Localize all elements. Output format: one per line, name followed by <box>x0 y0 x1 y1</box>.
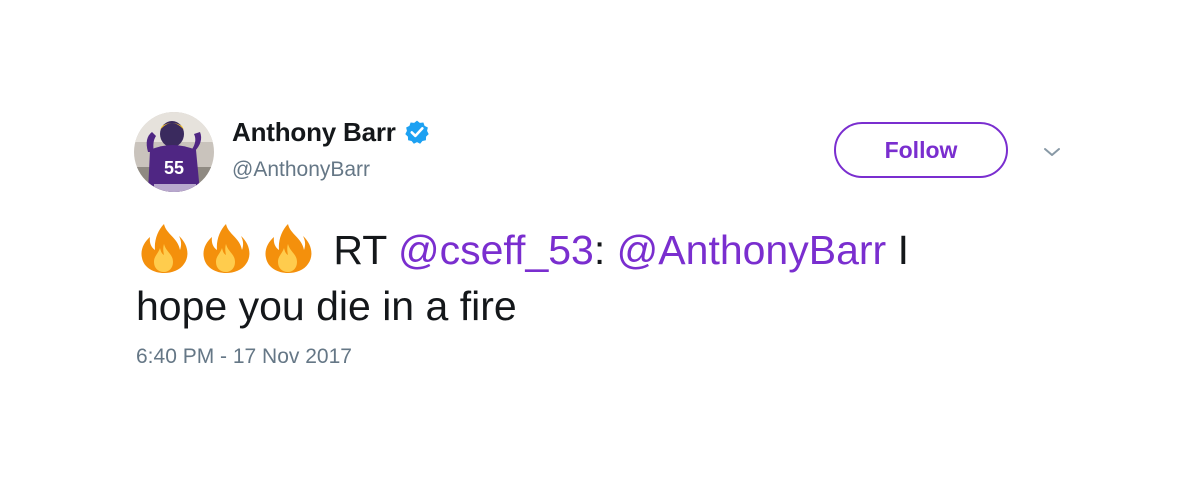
author-handle[interactable]: @AnthonyBarr <box>232 158 370 182</box>
avatar-jersey-number: 55 <box>164 158 184 178</box>
fire-icon <box>198 222 254 274</box>
author-display-name[interactable]: Anthony Barr <box>232 117 396 148</box>
fire-icon <box>260 222 316 274</box>
tweet-text-line2: hope you die in a fire <box>136 283 517 329</box>
verified-badge-icon <box>404 119 430 145</box>
tweet-text-line1-tail: I <box>897 227 910 273</box>
tweet-text: RT @cseff_53: @AnthonyBarr I hope you di… <box>136 222 1036 334</box>
retweet-prefix: RT <box>333 227 387 273</box>
avatar[interactable]: 55 <box>134 112 214 192</box>
mention-anthonybarr-link[interactable]: @AnthonyBarr <box>617 227 887 273</box>
follow-button[interactable]: Follow <box>834 122 1008 178</box>
fire-icon <box>136 222 192 274</box>
mention-cseff-53-link[interactable]: @cseff_53 <box>398 227 594 273</box>
author-name-row: Anthony Barr <box>232 114 430 150</box>
chevron-down-icon[interactable] <box>1040 140 1064 164</box>
avatar-image: 55 <box>134 112 214 192</box>
tweet-timestamp[interactable]: 6:40 PM - 17 Nov 2017 <box>136 345 352 369</box>
mention-separator: : <box>593 227 606 273</box>
